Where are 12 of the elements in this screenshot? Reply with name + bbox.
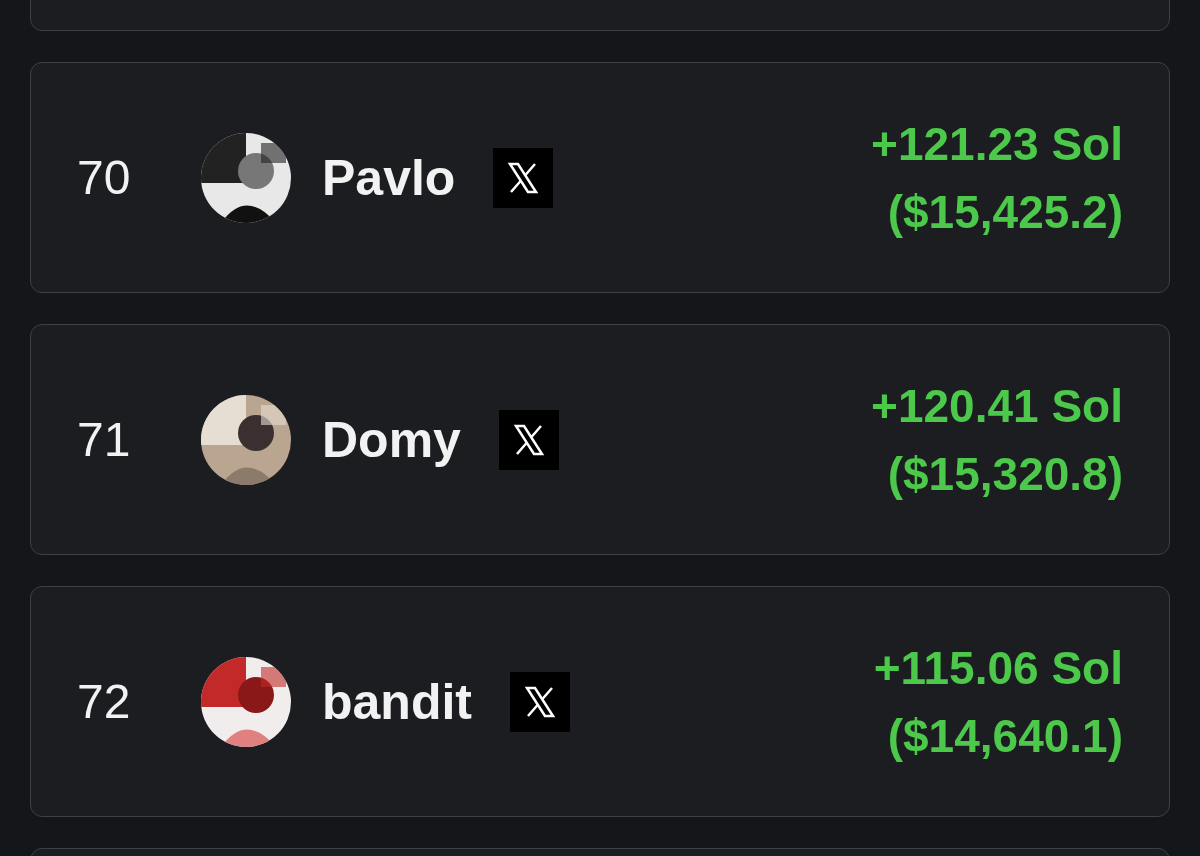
profit-sol: +120.41 Sol	[871, 382, 1123, 429]
profit-sol: +121.23 Sol	[871, 120, 1123, 167]
profit-sol: +115.06 Sol	[873, 644, 1123, 691]
rank-number: 71	[77, 412, 132, 467]
trader-name: Pavlo	[322, 148, 456, 207]
rank-number: 70	[77, 150, 132, 205]
x-logo-icon[interactable]	[493, 147, 554, 208]
trader-name: bandit	[322, 672, 472, 731]
trader-name: Domy	[322, 410, 461, 469]
rank-number: 72	[77, 674, 132, 729]
x-logo-icon[interactable]	[510, 671, 570, 732]
x-logo-icon[interactable]	[498, 409, 559, 470]
